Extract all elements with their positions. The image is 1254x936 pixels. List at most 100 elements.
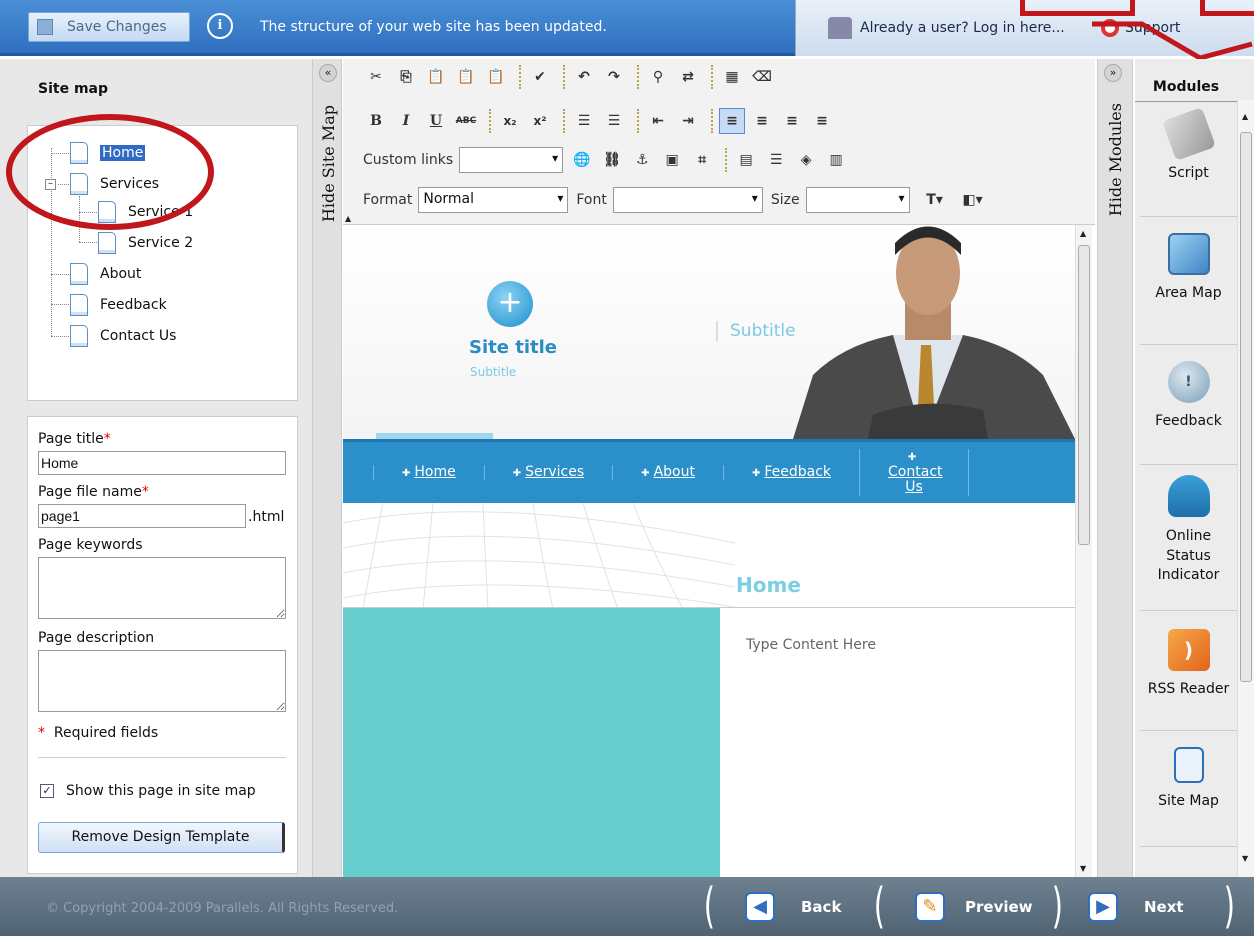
save-icon [37, 19, 53, 35]
ordered-list-icon[interactable]: ☰ [571, 108, 597, 134]
outdent-icon[interactable]: ⇤ [645, 108, 671, 134]
tree-item-about[interactable]: About [70, 263, 141, 285]
subscript-icon[interactable]: x₂ [497, 108, 523, 134]
align-justify-icon[interactable]: ≡ [809, 108, 835, 134]
horizontal-rule-icon[interactable]: ☰ [763, 147, 789, 173]
nav-about[interactable]: About [612, 464, 723, 481]
decorative-globe-lines [343, 503, 735, 609]
remove-design-template-button[interactable]: Remove Design Template [38, 822, 285, 853]
modules-scrollbar[interactable]: ▲ ▼ [1237, 100, 1254, 877]
next-button[interactable]: ▶ Next [1088, 877, 1184, 936]
strikethrough-icon[interactable]: ABC [453, 108, 479, 134]
site-map-icon [1173, 747, 1204, 783]
module-script[interactable]: Script [1140, 107, 1237, 217]
canvas-scroll-thumb[interactable] [1078, 245, 1090, 545]
superscript-icon[interactable]: x² [527, 108, 553, 134]
font-select[interactable] [612, 187, 763, 213]
paste-word-icon[interactable]: 📋 [483, 64, 509, 90]
module-area-map[interactable]: Area Map [1140, 227, 1237, 345]
canvas-scrollbar[interactable]: ▲ ▼ [1075, 225, 1092, 877]
preview-button[interactable]: ✎ Preview [915, 877, 1033, 936]
hide-modules-label: Hide Modules [1106, 103, 1125, 217]
page-keywords-textarea[interactable] [38, 557, 286, 619]
crop-icon[interactable]: ⌗ [689, 147, 715, 173]
module-rss-reader[interactable]: ) RSS Reader [1140, 619, 1237, 731]
replace-icon[interactable]: ⇄ [675, 64, 701, 90]
nav-home[interactable]: Home [373, 464, 484, 481]
nav-services[interactable]: Services [483, 464, 612, 481]
tree-item-contact-us[interactable]: Contact Us [70, 325, 176, 347]
filename-extension: .html [248, 509, 285, 525]
module-label: RSS Reader [1147, 681, 1230, 697]
save-changes-button[interactable]: Save Changes [28, 12, 190, 42]
next-arrow-icon: ▶ [1088, 891, 1118, 922]
login-text: Already a user? Log in here... [860, 20, 1065, 36]
unordered-list-icon[interactable]: ☰ [601, 108, 627, 134]
preview-chevron-icon: ( [873, 878, 885, 934]
tree-item-service-2[interactable]: Service 2 [98, 232, 193, 254]
module-online-status-indicator[interactable]: Online Status Indicator [1140, 471, 1237, 611]
indent-icon[interactable]: ⇥ [675, 108, 701, 134]
content-placeholder[interactable]: Type Content Here [746, 637, 876, 653]
align-left-icon[interactable]: ≡ [719, 108, 745, 134]
spellcheck-icon[interactable]: ✔ [527, 64, 553, 90]
toolbar-row-3: Custom links 🌐 ⛓ ⚓ ▣ ⌗ ▤ ☰ ◈ ▥ [363, 147, 853, 173]
undo-icon[interactable]: ↶ [571, 64, 597, 90]
format-select[interactable]: Normal [418, 187, 569, 213]
preview-label: Preview [965, 897, 1033, 916]
align-right-icon[interactable]: ≡ [779, 108, 805, 134]
area-map-icon [1167, 233, 1210, 275]
image-icon[interactable]: ▣ [659, 147, 685, 173]
page-description-textarea[interactable] [38, 650, 286, 712]
flash-icon[interactable]: ◈ [793, 147, 819, 173]
form-icon[interactable]: ▥ [823, 147, 849, 173]
unlink-icon[interactable]: ⛓ [599, 147, 625, 173]
copyright-text: © Copyright 2004-2009 Parallels. All Rig… [46, 901, 399, 916]
collapse-right-icon[interactable]: » [1104, 64, 1122, 82]
copy-icon[interactable]: ⎘ [393, 64, 419, 90]
hide-modules-strip[interactable]: » Hide Modules [1097, 59, 1133, 877]
nav-contact-us[interactable]: Contact Us [859, 449, 970, 496]
tree-item-feedback[interactable]: Feedback [70, 294, 167, 316]
hide-sitemap-strip[interactable]: « Hide Site Map [312, 59, 342, 877]
module-feedback[interactable]: ! Feedback [1140, 355, 1237, 465]
redo-icon[interactable]: ↷ [601, 64, 627, 90]
find-icon[interactable]: ⚲ [645, 64, 671, 90]
collapse-left-icon[interactable]: « [319, 64, 337, 82]
tree-item-label: About [100, 266, 142, 282]
bold-icon[interactable]: B [363, 108, 389, 134]
show-in-sitemap-checkbox[interactable]: ✓ [40, 784, 54, 798]
page-icon [70, 294, 88, 316]
toolbar-collapse-icon[interactable]: ▲ [345, 214, 351, 223]
anchor-icon[interactable]: ⚓ [629, 147, 655, 173]
custom-links-select[interactable] [459, 147, 564, 173]
italic-icon[interactable]: I [393, 108, 419, 134]
back-button[interactable]: ◀ Back [745, 877, 841, 936]
online-status-icon [1167, 475, 1210, 517]
select-all-icon[interactable]: ▦ [719, 64, 745, 90]
header-photo [793, 226, 1075, 439]
page-filename-input[interactable] [38, 504, 246, 528]
text-color-icon[interactable]: T▾ [918, 187, 952, 213]
sitemap-title: Site map [38, 81, 108, 97]
save-changes-label: Save Changes [67, 19, 167, 35]
tree-item-label: Feedback [100, 297, 167, 313]
modules-scroll-thumb[interactable] [1240, 132, 1252, 682]
paste-text-icon[interactable]: 📋 [453, 64, 479, 90]
background-color-icon[interactable]: ◧▾ [956, 187, 990, 213]
next-chevron-right-icon: ) [1223, 878, 1235, 934]
paste-icon[interactable]: 📋 [423, 64, 449, 90]
nav-feedback[interactable]: Feedback [722, 464, 859, 481]
editor-canvas[interactable]: + Site title Subtitle Subtitle Home Serv… [343, 225, 1075, 877]
user-icon [828, 17, 852, 39]
align-center-icon[interactable]: ≡ [749, 108, 775, 134]
link-icon[interactable]: 🌐 [569, 147, 595, 173]
underline-icon[interactable]: U [423, 108, 449, 134]
table-icon[interactable]: ▤ [733, 147, 759, 173]
page-title-input[interactable] [38, 451, 286, 475]
cut-icon[interactable]: ✂ [363, 64, 389, 90]
eraser-icon[interactable]: ⌫ [749, 64, 775, 90]
show-in-sitemap-label: Show this page in site map [66, 783, 256, 799]
module-site-map[interactable]: Site Map [1140, 739, 1237, 847]
size-select[interactable] [805, 187, 910, 213]
